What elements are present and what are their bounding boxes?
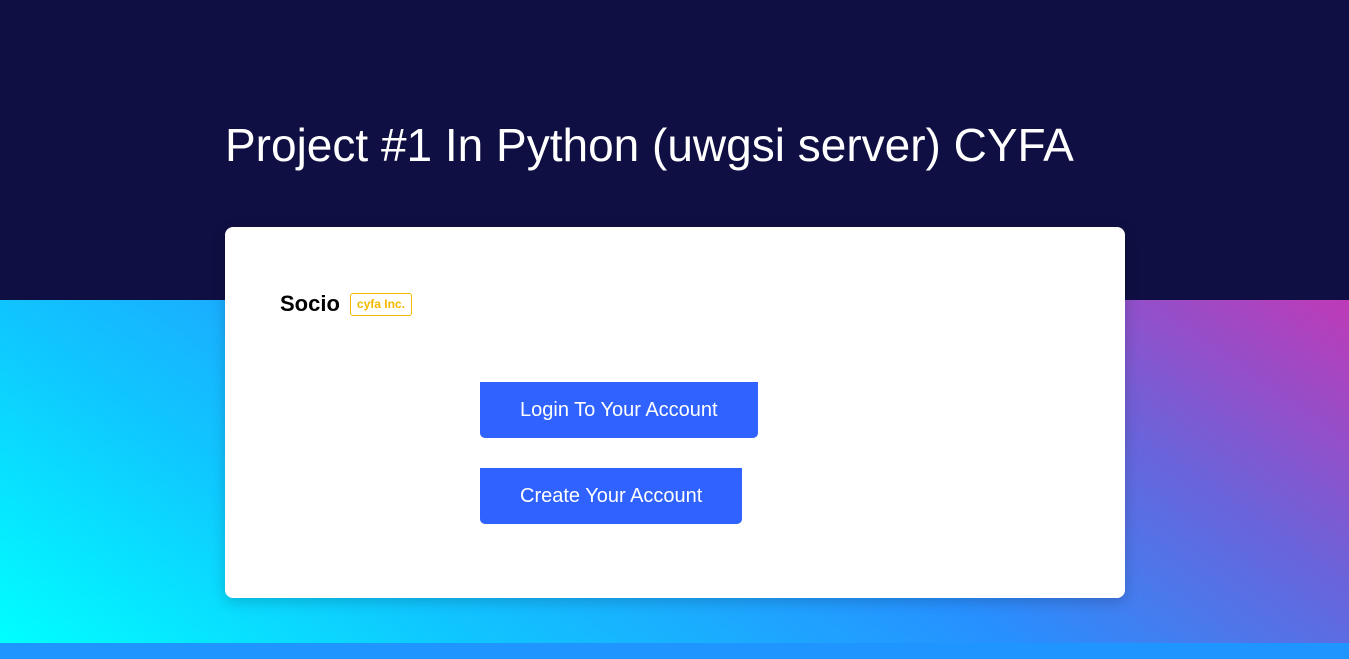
welcome-card: Socio cyfa Inc. Login To Your Account Cr…	[225, 227, 1125, 598]
page-title: Project #1 In Python (uwgsi server) CYFA	[225, 119, 1074, 171]
create-account-button[interactable]: Create Your Account	[480, 468, 743, 524]
brand: Socio cyfa Inc.	[280, 291, 412, 317]
footer-strip	[0, 643, 1349, 659]
login-button[interactable]: Login To Your Account	[480, 382, 758, 438]
brand-badge: cyfa Inc.	[349, 292, 412, 316]
brand-name: Socio	[280, 291, 340, 316]
